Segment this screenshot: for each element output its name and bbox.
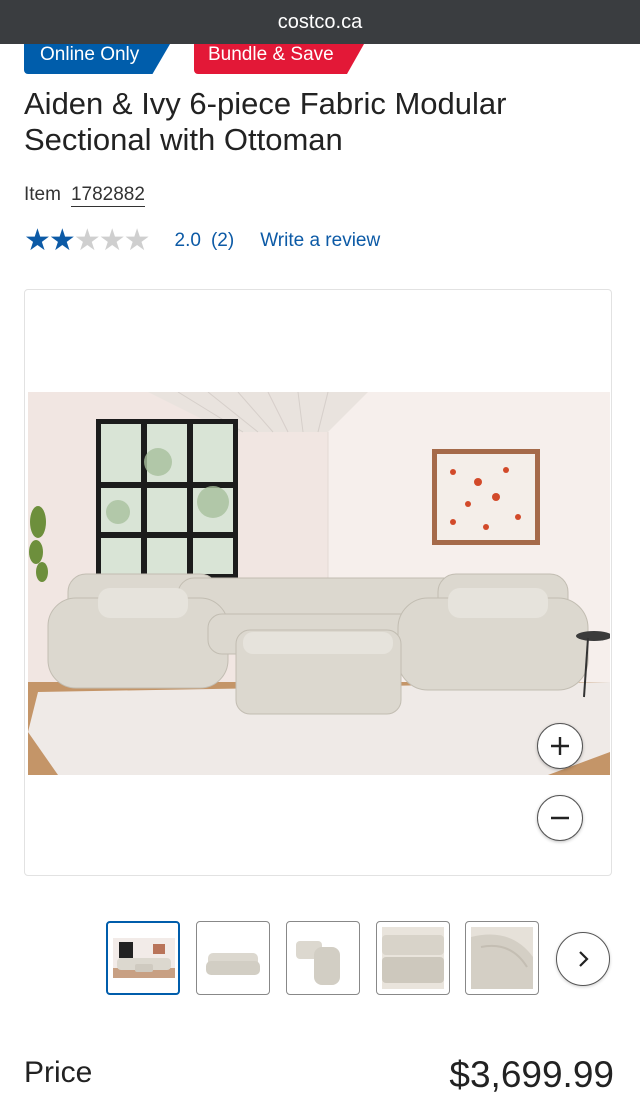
write-review-link[interactable]: Write a review	[260, 230, 380, 252]
price-value: $3,699.99	[449, 1054, 614, 1095]
thumbnail-strip	[0, 921, 640, 997]
thumbnail-image	[382, 927, 444, 989]
thumbnail-front-view[interactable]	[196, 921, 270, 995]
zoom-out-button[interactable]	[537, 795, 583, 841]
product-title: Aiden & Ivy 6-piece Fabric Modular Secti…	[24, 86, 507, 157]
thumbnail-image	[292, 927, 354, 989]
item-number-row: Item 1782882	[24, 184, 145, 207]
plus-icon	[551, 737, 569, 755]
item-label: Item	[24, 184, 61, 205]
next-thumbnails-button[interactable]	[556, 932, 610, 986]
rating-row: ★ ★ ★ ★ ★ 2.0 (2) Write a review	[24, 226, 380, 256]
review-count[interactable]: (2)	[211, 230, 234, 252]
price-label: Price	[24, 1056, 93, 1089]
thumbnail-image	[471, 927, 533, 989]
star-empty-icon: ★	[123, 224, 151, 257]
star-filled-icon: ★	[24, 224, 51, 257]
browser-url-bar[interactable]: costco.ca	[0, 0, 640, 44]
star-empty-icon: ★	[98, 224, 126, 257]
badge-row: Online Only Bundle & Save	[0, 44, 640, 74]
product-image-viewer[interactable]	[24, 289, 612, 876]
bundle-save-badge: Bundle & Save	[194, 44, 364, 74]
rating-value[interactable]: 2.0	[175, 230, 201, 252]
online-only-badge: Online Only	[24, 44, 170, 74]
star-filled-icon: ★	[48, 224, 76, 257]
star-rating[interactable]: ★ ★ ★ ★ ★	[24, 224, 151, 257]
item-number: 1782882	[70, 184, 145, 207]
thumbnail-image	[113, 938, 175, 978]
minus-icon	[551, 816, 569, 820]
thumbnail-corner-piece[interactable]	[286, 921, 360, 995]
product-photo	[28, 392, 610, 775]
thumbnail-armrest-detail[interactable]	[465, 921, 539, 995]
zoom-in-button[interactable]	[537, 723, 583, 769]
thumbnail-image	[202, 927, 264, 989]
star-empty-icon: ★	[73, 224, 101, 257]
url-text: costco.ca	[277, 11, 363, 33]
thumbnail-room-view[interactable]	[106, 921, 180, 995]
thumbnail-cushion-detail[interactable]	[376, 921, 450, 995]
chevron-right-icon	[579, 951, 589, 967]
